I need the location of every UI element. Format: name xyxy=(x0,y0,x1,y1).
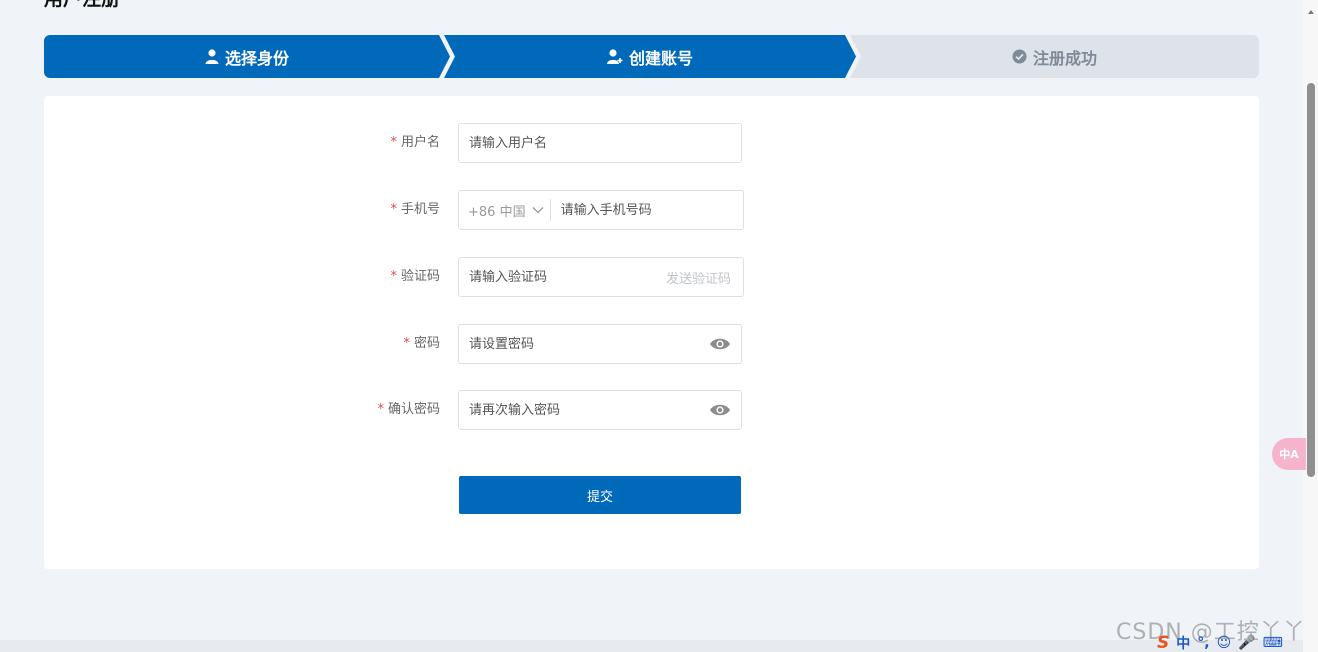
country-code-value: +86 中国 xyxy=(468,204,526,220)
confirm-password-field xyxy=(458,390,742,430)
scroll-up-arrow-icon[interactable] xyxy=(1308,10,1314,14)
ime-logo-icon[interactable]: S xyxy=(1157,633,1169,652)
username-field xyxy=(458,123,742,163)
confirm-password-label-text: 确认密码 xyxy=(387,402,440,417)
code-row: *验证码 发送验证码 xyxy=(44,257,1259,297)
password-label-text: 密码 xyxy=(413,336,440,351)
eye-icon[interactable] xyxy=(709,337,731,351)
required-mark: * xyxy=(403,336,410,351)
code-field: 发送验证码 xyxy=(458,257,744,297)
phone-input[interactable] xyxy=(550,191,743,229)
translate-button[interactable]: 中A xyxy=(1272,438,1306,470)
step-bar: 选择身份 创建账号 注册成功 xyxy=(44,35,1259,78)
chevron-down-icon xyxy=(532,207,544,214)
page-title: 用户注册 xyxy=(44,0,120,9)
password-label: * 密码 xyxy=(403,324,440,364)
confirm-password-input[interactable] xyxy=(459,391,709,429)
phone-label-text: 手机号 xyxy=(400,202,440,217)
code-label: * 验证码 xyxy=(390,257,440,297)
username-input[interactable] xyxy=(459,124,741,162)
registration-form: *用户名 *手机号 +86 中国 *验证码 发送验证码 *密码 xyxy=(44,96,1259,569)
check-circle-icon xyxy=(1012,49,1027,64)
required-mark: * xyxy=(390,269,397,284)
phone-field: +86 中国 xyxy=(458,190,744,230)
code-input[interactable] xyxy=(459,258,666,296)
code-label-text: 验证码 xyxy=(400,269,440,284)
send-code-button[interactable]: 发送验证码 xyxy=(666,268,743,287)
phone-label: * 手机号 xyxy=(390,190,440,230)
ime-mic-icon[interactable]: 🎤 xyxy=(1238,635,1255,651)
step-label: 选择身份 xyxy=(224,48,289,68)
ime-toolbar: S 中 °, ☺ 🎤 ⌨ xyxy=(1157,633,1283,652)
ime-keyboard-icon[interactable]: ⌨ xyxy=(1263,635,1283,651)
step-register-success: 注册成功 xyxy=(850,35,1259,78)
confirm-password-row: * 确认密码 xyxy=(44,390,1259,430)
phone-row: * 手机号 +86 中国 xyxy=(44,190,1259,230)
password-field xyxy=(458,324,742,364)
step-create-account: 创建账号 xyxy=(444,35,856,78)
password-row: * 密码 xyxy=(44,324,1259,364)
password-input[interactable] xyxy=(459,325,709,363)
step-label: 注册成功 xyxy=(1032,48,1097,68)
confirm-password-label: * 确认密码 xyxy=(377,390,440,430)
username-label-text: 用户名 xyxy=(400,135,440,150)
step-label: 创建账号 xyxy=(628,48,693,68)
required-mark: * xyxy=(390,202,397,217)
step-select-identity: 选择身份 xyxy=(44,35,450,78)
required-mark: * xyxy=(390,135,397,150)
eye-icon[interactable] xyxy=(709,403,731,417)
username-label: * 用户名 xyxy=(390,123,440,163)
ime-language-toggle[interactable]: 中 xyxy=(1176,633,1190,652)
required-mark: * xyxy=(377,402,384,417)
ime-punctuation-toggle[interactable]: °, xyxy=(1197,635,1209,651)
page-bottom-strip xyxy=(0,640,1303,652)
username-row: * 用户名 xyxy=(44,123,1259,163)
user-icon xyxy=(205,49,219,64)
user-add-icon xyxy=(606,49,623,64)
submit-button[interactable]: 提交 xyxy=(459,476,741,514)
scrollbar-thumb[interactable] xyxy=(1307,83,1315,477)
ime-emoji-icon[interactable]: ☺ xyxy=(1217,635,1232,651)
country-code-select[interactable]: +86 中国 xyxy=(459,199,551,221)
